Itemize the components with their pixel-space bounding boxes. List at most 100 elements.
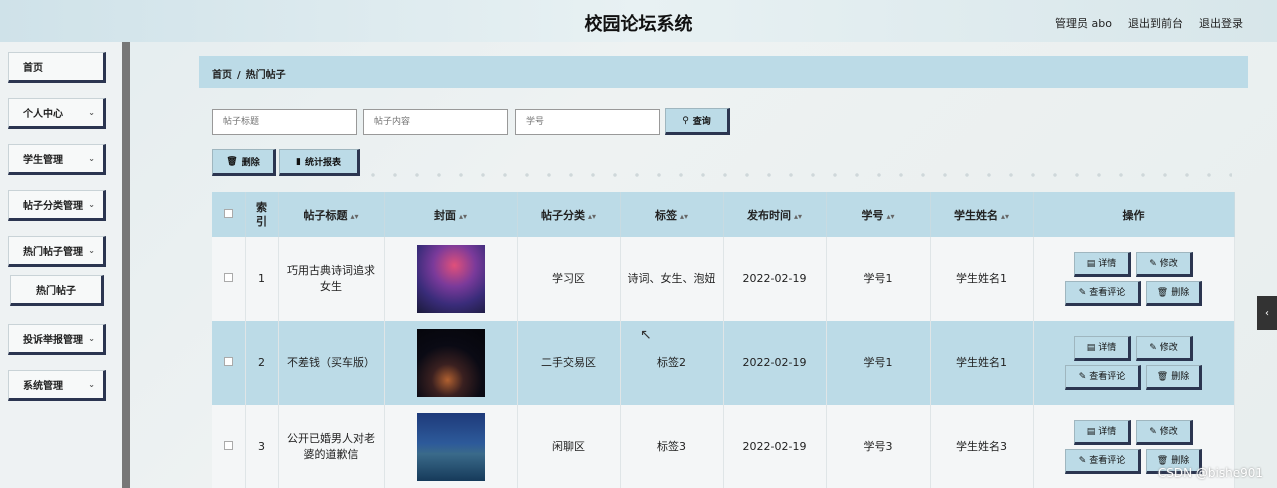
student-no-search-input[interactable] (515, 109, 660, 135)
sidebar-item-hot-posts[interactable]: 热门帖子 (10, 275, 104, 306)
cover-image (416, 413, 485, 481)
sort-icon: ▴▾ (587, 211, 597, 221)
decorative-dots (362, 172, 1232, 178)
column-category[interactable]: 帖子分类 ▴▾ (517, 192, 621, 237)
row-index: 1 (245, 237, 279, 321)
column-actions: 操作 (1033, 192, 1235, 237)
delete-button[interactable]: 🗑 删除 (1146, 281, 1202, 306)
chevron-down-icon: ⌄ (88, 108, 95, 117)
delete-button[interactable]: 🗑 删除 (1146, 365, 1202, 390)
column-tags[interactable]: 标签 ▴▾ (620, 192, 724, 237)
student-name: 学生姓名1 (930, 237, 1034, 321)
sidebar-item-hot-posts-management[interactable]: 热门帖子管理 ⌄ (8, 236, 106, 267)
detail-button[interactable]: ▤ 详情 (1074, 336, 1131, 361)
chevron-down-icon: ⌄ (88, 246, 95, 255)
sort-icon: ▴▾ (886, 211, 895, 221)
publish-time: 2022-02-19 (723, 321, 827, 405)
select-all-checkbox[interactable] (212, 192, 246, 237)
edit-button[interactable]: ✎ 修改 (1136, 336, 1193, 361)
table-row: 3 公开已婚男人对老婆的道歉信 闲聊区 标签3 2022-02-19 学号3 学… (212, 405, 1235, 488)
column-cover[interactable]: 封面 ▴▾ (384, 192, 518, 237)
statistics-report-button[interactable]: ▮ 统计报表 (279, 149, 360, 176)
edit-button[interactable]: ✎ 修改 (1136, 252, 1193, 277)
row-index: 3 (245, 405, 279, 488)
top-header: 校园论坛系统 管理员 abo 退出到前台 退出登录 (0, 0, 1277, 42)
column-title[interactable]: 帖子标题 ▴▾ (278, 192, 385, 237)
sidebar-item-label: 热门帖子管理 (23, 247, 83, 258)
watermark: CSDN @bishe901 (1157, 466, 1263, 480)
batch-delete-button[interactable]: 🗑 删除 (212, 149, 276, 176)
pencil-icon: ✎ (1078, 287, 1087, 298)
breadcrumb-home[interactable]: 首页 (212, 70, 232, 81)
query-button-label: 查询 (692, 117, 711, 127)
hot-posts-table: 索引 帖子标题 ▴▾ 封面 ▴▾ 帖子分类 ▴▾ 标签 ▴▾ 发布时间 ▴▾ 学号 ▴▾ 学… (212, 192, 1235, 488)
delete-button-label: 删除 (241, 158, 260, 168)
sidebar-item-label: 投诉举报管理 (23, 335, 83, 346)
detail-button[interactable]: ▤ 详情 (1074, 252, 1131, 277)
publish-time: 2022-02-19 (723, 237, 827, 321)
publish-time: 2022-02-19 (723, 405, 827, 488)
chevron-left-icon[interactable]: ‹ (1257, 296, 1277, 330)
post-title: 巧用古典诗词追求女生 (278, 237, 385, 321)
back-to-front-link[interactable]: 退出到前台 (1128, 15, 1183, 31)
query-button[interactable]: ⚲ 查询 (665, 108, 730, 135)
detail-button[interactable]: ▤ 详情 (1074, 420, 1131, 445)
post-tags: 标签2 (620, 321, 724, 405)
chevron-down-icon: ⌄ (88, 334, 95, 343)
view-comments-button[interactable]: ✎ 查看评论 (1065, 365, 1141, 390)
sidebar-item-home[interactable]: 首页 (8, 52, 106, 83)
sort-icon: ▴▾ (1000, 211, 1010, 221)
admin-username: 管理员 abo (1055, 17, 1112, 30)
document-icon: ▤ (1086, 342, 1096, 353)
post-category: 学习区 (517, 237, 621, 321)
pencil-icon: ✎ (1149, 342, 1157, 353)
sidebar: 首页 个人中心 ⌄ 学生管理 ⌄ 帖子分类管理 ⌄ 热门帖子管理 ⌄ 热门帖子 … (0, 42, 130, 488)
document-icon: ▤ (1086, 426, 1096, 437)
row-checkbox[interactable] (212, 405, 246, 488)
post-content-search-input[interactable] (363, 109, 508, 135)
pencil-icon: ✎ (1149, 258, 1157, 269)
post-title: 公开已婚男人对老婆的道歉信 (278, 405, 385, 488)
sidebar-item-category-management[interactable]: 帖子分类管理 ⌄ (8, 190, 106, 221)
view-comments-button[interactable]: ✎ 查看评论 (1065, 449, 1141, 474)
table-row: 1 巧用古典诗词追求女生 学习区 诗词、女生、泡妞 2022-02-19 学号1… (212, 237, 1235, 321)
sidebar-item-system-management[interactable]: 系统管理 ⌄ (8, 370, 106, 401)
column-publish-time[interactable]: 发布时间 ▴▾ (723, 192, 827, 237)
sidebar-item-personal-center[interactable]: 个人中心 ⌄ (8, 98, 106, 129)
sort-icon: ▴▾ (458, 211, 468, 221)
sort-icon: ▴▾ (793, 211, 803, 221)
student-name: 学生姓名1 (930, 321, 1034, 405)
row-checkbox[interactable] (212, 321, 246, 405)
post-tags: 诗词、女生、泡妞 (620, 237, 724, 321)
chevron-down-icon: ⌄ (88, 200, 95, 209)
report-button-label: 统计报表 (304, 158, 341, 168)
table-row: 2 不差钱（买车版） 二手交易区 标签2 2022-02-19 学号1 学生姓名… (212, 321, 1235, 405)
trash-icon: 🗑 (1156, 371, 1169, 382)
post-title-search-input[interactable] (212, 109, 357, 135)
pencil-icon: ✎ (1149, 426, 1157, 437)
edit-button[interactable]: ✎ 修改 (1136, 420, 1193, 445)
column-student-name[interactable]: 学生姓名 ▴▾ (930, 192, 1034, 237)
sidebar-item-label: 系统管理 (23, 381, 63, 392)
post-category: 二手交易区 (517, 321, 621, 405)
view-comments-button[interactable]: ✎ 查看评论 (1065, 281, 1141, 306)
row-actions: ▤ 详情 ✎ 修改 ✎ 查看评论 🗑 删除 (1033, 237, 1235, 321)
pencil-icon: ✎ (1078, 455, 1087, 466)
column-index: 索引 (245, 192, 279, 237)
sidebar-item-label: 学生管理 (23, 155, 63, 166)
sort-icon: ▴▾ (679, 211, 689, 221)
student-no: 学号3 (826, 405, 931, 488)
column-student-no[interactable]: 学号 ▴▾ (826, 192, 931, 237)
chevron-down-icon: ⌄ (88, 154, 95, 163)
cover-cell (384, 321, 518, 405)
sidebar-item-student-management[interactable]: 学生管理 ⌄ (8, 144, 106, 175)
logout-link[interactable]: 退出登录 (1199, 15, 1243, 31)
row-checkbox[interactable] (212, 237, 246, 321)
breadcrumb-current: 热门帖子 (245, 70, 286, 81)
trash-icon: 🗑 (226, 156, 238, 167)
pencil-icon: ✎ (1078, 371, 1087, 382)
sort-icon: ▴▾ (350, 211, 359, 221)
sidebar-item-complaint-management[interactable]: 投诉举报管理 ⌄ (8, 324, 106, 355)
document-icon: ▤ (1086, 258, 1096, 269)
post-category: 闲聊区 (517, 405, 621, 488)
